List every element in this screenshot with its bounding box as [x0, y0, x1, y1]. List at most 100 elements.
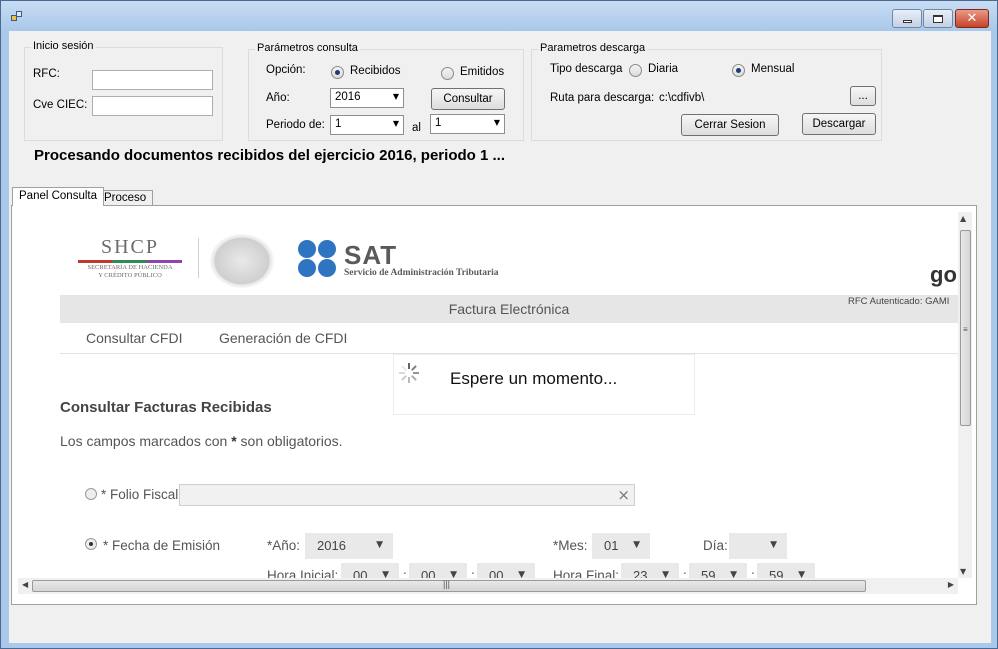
- login-group-title: Inicio sesión: [31, 40, 96, 52]
- end-second-select[interactable]: 59 ▼: [757, 563, 815, 578]
- option-label: Opción:: [266, 64, 306, 76]
- query-group: Parámetros consulta Opción: Recibidos Em…: [248, 42, 524, 141]
- daily-radio[interactable]: [629, 64, 642, 77]
- scroll-up-icon[interactable]: ▲: [960, 214, 966, 223]
- chevron-down-icon: ▼: [493, 118, 500, 127]
- grip-icon: ≡: [963, 325, 968, 334]
- web-month-select[interactable]: 01 ▼: [592, 533, 650, 559]
- tab-proceso[interactable]: Proceso: [97, 190, 154, 206]
- page-heading: Consultar Facturas Recibidas: [60, 399, 272, 416]
- tab-panel: SHCP SECRETARÍA DE HACIENDA Y CRÉDITO PÚ…: [11, 205, 977, 605]
- ciec-input[interactable]: [92, 96, 213, 116]
- vertical-scrollbar[interactable]: ▲ ≡ ▼: [958, 212, 972, 578]
- folio-label: * Folio Fiscal: [101, 487, 179, 502]
- download-group: Parametros descarga Tipo descarga Diaria…: [531, 42, 882, 141]
- maximize-icon: [933, 14, 943, 23]
- start-hour-value: 00: [353, 568, 368, 578]
- chevron-down-icon: ▼: [392, 119, 399, 128]
- scroll-left-icon[interactable]: ◀: [22, 580, 28, 589]
- rfc-input[interactable]: [92, 70, 213, 90]
- shcp-logo: SHCP SECRETARÍA DE HACIENDA Y CRÉDITO PÚ…: [78, 236, 182, 280]
- period-from-select[interactable]: 1 ▼: [330, 115, 404, 135]
- chevron-down-icon: ▼: [730, 570, 737, 578]
- period-to-value: 1: [435, 117, 442, 129]
- year-select[interactable]: 2016 ▼: [330, 88, 404, 108]
- required-star: *: [231, 433, 237, 449]
- minimize-icon: [902, 20, 912, 23]
- chevron-down-icon: ▼: [376, 540, 383, 550]
- start-hour-select[interactable]: 00 ▼: [341, 563, 399, 578]
- period-to-select[interactable]: 1 ▼: [430, 114, 505, 134]
- web-day-select[interactable]: ▼: [729, 533, 787, 559]
- start-second-value: 00: [489, 568, 504, 578]
- received-radio-label[interactable]: Recibidos: [350, 65, 401, 77]
- chevron-down-icon: ▼: [518, 570, 525, 578]
- year-label: Año:: [266, 92, 290, 104]
- start-minute-select[interactable]: 00 ▼: [409, 563, 467, 578]
- browse-button[interactable]: ...: [850, 86, 876, 106]
- clear-icon[interactable]: ×: [617, 486, 630, 504]
- shcp-logo-title: SHCP: [100, 236, 160, 258]
- loading-message: Espere un momento...: [450, 369, 618, 388]
- download-path-label: Ruta para descarga:: [550, 92, 655, 104]
- shcp-logo-line1: SECRETARÍA DE HACIENDA: [87, 264, 173, 271]
- chevron-down-icon: ▼: [392, 92, 399, 101]
- app-window: ✕ Inicio sesión RFC: Cve CIEC: Parámetro…: [0, 0, 998, 649]
- period-label: Periodo de:: [266, 119, 325, 131]
- end-hour-select[interactable]: 23 ▼: [621, 563, 679, 578]
- web-month-value: 01: [604, 538, 619, 553]
- daily-radio-label[interactable]: Diaria: [648, 63, 678, 75]
- minimize-button[interactable]: [892, 9, 922, 28]
- chevron-down-icon: ▼: [382, 570, 389, 578]
- section-header: Factura Electrónica: [60, 295, 958, 323]
- rfc-label: RFC:: [33, 68, 60, 80]
- start-second-select[interactable]: 00 ▼: [477, 563, 535, 578]
- logo-divider: [198, 238, 199, 278]
- scroll-down-icon[interactable]: ▼: [960, 567, 966, 576]
- received-radio[interactable]: [331, 66, 344, 79]
- required-note-post: son obligatorios.: [240, 433, 343, 449]
- day-field-label: Día:: [703, 538, 728, 553]
- chevron-down-icon: ▼: [450, 570, 457, 578]
- folio-input[interactable]: ×: [179, 484, 635, 506]
- issued-radio-label[interactable]: Emitidos: [460, 66, 504, 78]
- close-button[interactable]: ✕: [955, 9, 989, 28]
- download-path-value: c:\cdfivb\: [659, 92, 705, 104]
- ciec-label: Cve CIEC:: [33, 99, 88, 111]
- web-year-select[interactable]: 2016 ▼: [305, 533, 393, 559]
- close-icon: ✕: [966, 11, 978, 26]
- monthly-radio[interactable]: [732, 64, 745, 77]
- monthly-radio-label[interactable]: Mensual: [751, 63, 794, 75]
- end-minute-select[interactable]: 59 ▼: [689, 563, 747, 578]
- shcp-logo-line2: Y CRÉDITO PÚBLICO: [98, 272, 162, 279]
- login-group: Inicio sesión RFC: Cve CIEC:: [24, 40, 223, 141]
- logout-button[interactable]: Cerrar Sesion: [681, 114, 779, 136]
- start-time-label: Hora Inicial:: [267, 568, 339, 578]
- chevron-down-icon: ▼: [770, 540, 777, 550]
- time-separator: :: [403, 568, 407, 578]
- horizontal-scroll-thumb[interactable]: |||: [32, 579, 866, 592]
- app-icon[interactable]: [11, 11, 23, 23]
- scroll-right-icon[interactable]: ▶: [948, 580, 954, 589]
- required-note-pre: Los campos marcados con: [60, 433, 228, 449]
- sat-logo: SAT Servicio de Administración Tributari…: [344, 242, 499, 278]
- year-field-label: *Año:: [267, 538, 301, 553]
- title-bar[interactable]: ✕: [1, 1, 997, 31]
- fecha-emision-radio[interactable]: [85, 538, 97, 550]
- folio-radio[interactable]: [85, 488, 97, 500]
- period-from-value: 1: [335, 118, 342, 130]
- tab-panel-consulta[interactable]: Panel Consulta: [12, 187, 104, 206]
- vertical-scroll-thumb[interactable]: ≡: [960, 230, 971, 426]
- end-time-label: Hora Final:: [553, 568, 620, 578]
- grip-icon: |||: [443, 579, 451, 589]
- issued-radio[interactable]: [441, 67, 454, 80]
- menu-consultar-cfdi[interactable]: Consultar CFDI: [86, 330, 182, 346]
- maximize-button[interactable]: [923, 9, 953, 28]
- national-seal-image: [210, 234, 274, 288]
- horizontal-scrollbar[interactable]: ◀ ||| ▶: [18, 578, 958, 594]
- section-title: Factura Electrónica: [448, 301, 570, 317]
- menu-generacion-cfdi[interactable]: Generación de CFDI: [219, 330, 347, 346]
- download-button[interactable]: Descargar: [802, 113, 876, 135]
- month-field-label: *Mes:: [553, 538, 588, 553]
- consult-button[interactable]: Consultar: [431, 88, 505, 110]
